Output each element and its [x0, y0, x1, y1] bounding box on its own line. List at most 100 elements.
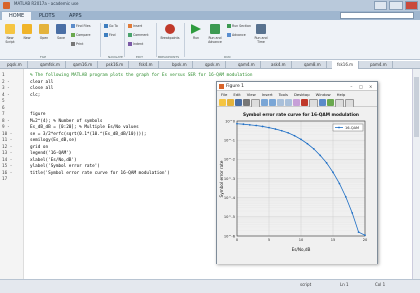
new-script-button[interactable]: New Script: [2, 22, 18, 52]
data-point: [306, 142, 309, 145]
minimize-button[interactable]: [374, 1, 388, 10]
save-icon[interactable]: [235, 99, 242, 106]
data-point: [325, 162, 328, 164]
line-number: 11 -: [2, 138, 13, 143]
editor-tab[interactable]: qam4.m: [233, 61, 261, 69]
data-point: [280, 129, 283, 132]
data-point: [332, 171, 334, 174]
code-line[interactable]: se = 3/2*erfc(sqrt(0.1*(10.^(Es_dB_dB/10…: [30, 132, 146, 137]
save-button[interactable]: Save: [53, 22, 69, 52]
figure-menu-item[interactable]: Insert: [262, 91, 273, 98]
new-figure-icon[interactable]: [219, 99, 226, 106]
editor-tab[interactable]: qpsk.m: [200, 61, 226, 69]
y-tick-label: 10^-6: [224, 234, 236, 238]
tab-home[interactable]: HOME: [2, 12, 32, 20]
chart-legend: 16-QAM: [332, 123, 364, 132]
print-icon[interactable]: [243, 99, 250, 106]
figure-menu-item[interactable]: Edit: [233, 91, 240, 98]
data-point: [344, 195, 347, 198]
editor-scrollbar[interactable]: [412, 69, 420, 279]
code-line[interactable]: M=2^(4); % Number of symbols: [30, 119, 102, 124]
data-point: [312, 148, 315, 150]
open-icon[interactable]: [227, 99, 234, 106]
data-point: [255, 124, 258, 127]
run-and-advance-button[interactable]: Run and Advance: [206, 22, 224, 52]
legend-icon[interactable]: [327, 99, 334, 106]
matlab-logo-icon: [3, 2, 10, 9]
indent-button[interactable]: Indent: [128, 42, 143, 46]
code-line[interactable]: semilogy(Es_dB,se): [30, 138, 77, 143]
run-section-button[interactable]: Run Section: [227, 24, 251, 28]
figure-menu-item[interactable]: View: [247, 91, 256, 98]
run-button[interactable]: Run: [188, 22, 204, 52]
figure-menu-item[interactable]: Window: [316, 91, 331, 98]
go-to-button[interactable]: Go To: [104, 24, 118, 28]
editor-tab[interactable]: qamfsk.m: [35, 61, 66, 69]
editor-tab[interactable]: bpsk.m: [167, 61, 193, 69]
data-point: [357, 231, 360, 233]
figure-menu-item[interactable]: Help: [337, 91, 346, 98]
maximize-button[interactable]: [389, 1, 403, 10]
code-line[interactable]: grid on: [30, 145, 48, 150]
editor-tab-strip: pqsk.m qamfsk.m qam16.m psk16.m fsk4.m bpsk.m…: [0, 61, 420, 69]
editor-tab[interactable]: pqsk.m: [2, 61, 28, 69]
play-icon: [191, 24, 201, 34]
scrollbar-thumb[interactable]: [414, 77, 419, 137]
line-number: 2 -: [2, 79, 10, 85]
compare-button[interactable]: Compare: [71, 33, 90, 37]
line-number: 15 -: [2, 164, 13, 169]
run-and-time-button[interactable]: Run and Time: [252, 22, 270, 52]
printer-icon: [71, 42, 75, 46]
figure-menu-item[interactable]: Tools: [279, 91, 288, 98]
search-documentation-input[interactable]: [340, 12, 414, 19]
pan-icon[interactable]: [277, 99, 284, 106]
code-line[interactable]: figure: [30, 112, 46, 117]
breakpoints-button[interactable]: Breakpoints: [160, 22, 180, 52]
editor-tab[interactable]: fsk4.m: [134, 61, 159, 69]
figure-minimize-button[interactable]: –: [347, 83, 356, 90]
code-line[interactable]: clear all: [30, 80, 53, 85]
print-button[interactable]: Print: [71, 42, 83, 46]
figure-window: Figure 1 – □ × File Edit View Insert Tools De…: [216, 81, 378, 264]
find-button[interactable]: Find: [104, 33, 116, 37]
data-cursor-icon[interactable]: [293, 99, 300, 106]
line-number: 4 -: [2, 92, 10, 98]
editor-tab[interactable]: fsk16.m: [332, 61, 360, 69]
advance-button[interactable]: Advance: [227, 33, 246, 37]
close-button[interactable]: [404, 1, 418, 10]
figure-menu-item[interactable]: File: [221, 91, 227, 98]
legend-label: 16-QAM: [345, 126, 359, 130]
zoom-in-icon[interactable]: [261, 99, 268, 106]
code-line[interactable]: xlabel('Es/No,dB'): [30, 158, 77, 163]
editor-tab[interactable]: ask4.m: [266, 61, 292, 69]
colorbar-icon[interactable]: [319, 99, 326, 106]
editor-tab[interactable]: psk16.m: [101, 61, 130, 69]
open-button[interactable]: Open: [36, 22, 52, 52]
zoom-out-icon[interactable]: [269, 99, 276, 106]
comment-button[interactable]: Comment: [128, 33, 149, 37]
find-files-button[interactable]: Find Files: [71, 24, 91, 28]
brush-icon[interactable]: [301, 99, 308, 106]
compare-icon: [71, 33, 75, 37]
code-line[interactable]: Es_dB_dB = [0:20]; % Multiple Es/No valu…: [30, 125, 139, 130]
code-line[interactable]: legend('16-QAM'): [30, 151, 71, 156]
line-number: 8 -: [2, 118, 10, 124]
figure-maximize-button[interactable]: □: [357, 83, 366, 90]
editor-tab[interactable]: qam8.m: [299, 61, 327, 69]
code-line[interactable]: clc;: [30, 93, 40, 98]
rotate-icon[interactable]: [285, 99, 292, 106]
code-line[interactable]: title('Symbol error rate curve for 16-QA…: [30, 171, 170, 176]
new-button[interactable]: New: [19, 22, 35, 52]
editor-tab[interactable]: pam4.m: [365, 61, 393, 69]
code-line[interactable]: ylabel('Symbol error rate'): [30, 164, 100, 169]
code-line[interactable]: % The following MATLAB program plots the…: [30, 73, 252, 78]
figure-menu-item[interactable]: Desktop: [294, 91, 310, 98]
editor-tab[interactable]: qam16.m: [68, 61, 99, 69]
insert-button[interactable]: Insert: [128, 24, 142, 28]
tab-plots[interactable]: PLOTS: [32, 12, 62, 20]
code-line[interactable]: close all: [30, 86, 53, 91]
figure-close-button[interactable]: ×: [366, 83, 375, 90]
y-tick-label: 10^0: [225, 119, 236, 123]
tab-apps[interactable]: APPS: [62, 12, 89, 20]
legend-swatch-marker: [338, 126, 340, 129]
